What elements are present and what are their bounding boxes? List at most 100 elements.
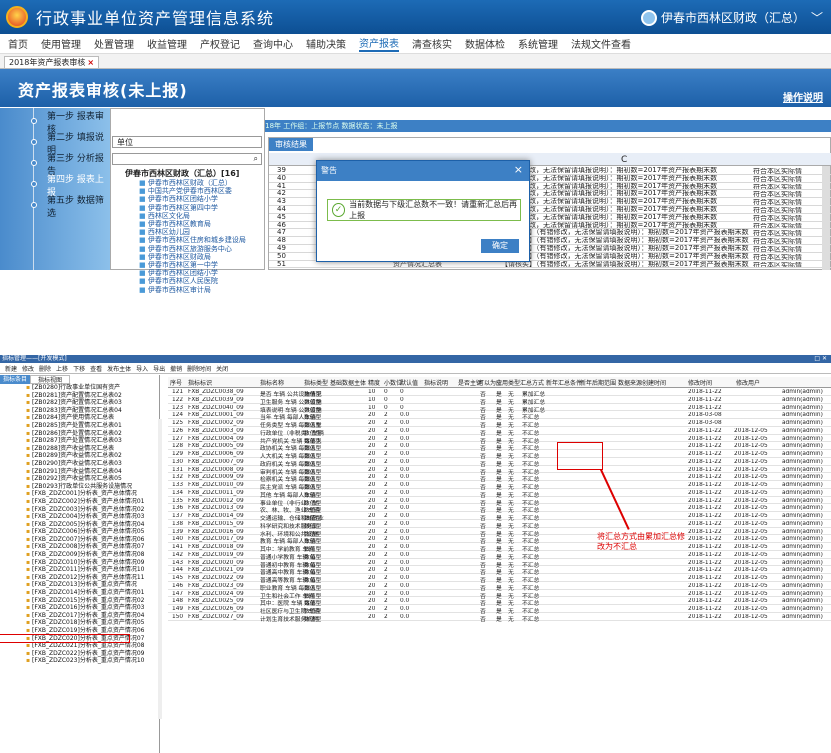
indicator-tree-node[interactable]: [FXB_ZDZC018]分析表_重点资产情况05 — [0, 619, 159, 627]
indicator-tree-node[interactable]: [FXB_ZDZC001]分析表_资产总体情况 — [0, 490, 159, 498]
menu-item[interactable]: 清查核实 — [412, 36, 452, 51]
tree-node[interactable]: 伊春市西林区住房和城乡建设局 — [111, 236, 264, 244]
search-icon[interactable]: ⌕ — [254, 154, 258, 164]
table-row[interactable]: 121 FXB_ZDZC0038_09 是否 车辆 公共设施情况 数值型 10 0 0 否是无… — [168, 388, 831, 398]
tree-node[interactable]: 西林区文化局 — [111, 212, 264, 220]
indicator-tree-node[interactable]: [FXB_ZDZC019]分析表_重点资产情况06 — [0, 627, 159, 635]
tree-node[interactable]: 伊春市西林区旅游服务中心 — [111, 245, 264, 253]
table-row[interactable]: 132 FXB_ZDZC0009_09 检察机关 车辆 每部人 数值型 20 2 0.0 否是… — [168, 473, 831, 483]
table-row[interactable]: 147 FXB_ZDZC0024_09 卫生和社会工作 车辆 数值型 20 2 0.0 否是无… — [168, 590, 831, 600]
table-row[interactable]: 139 FXB_ZDZC0016_09 水利、环境和公共设施 数值型 20 2 0.0 否是无… — [168, 528, 831, 538]
indicator-tree-node[interactable]: [ZB0285]资产处置情况汇总表01 — [0, 422, 159, 430]
tree-scrollbar[interactable] — [158, 419, 162, 719]
search-input[interactable]: ⌕ — [112, 153, 262, 165]
indicator-tree-node[interactable]: [FXB_ZDZC008]分析表_资产总体情况07 — [0, 543, 159, 551]
tree-node[interactable]: 伊春市西林区团结小学 — [111, 195, 264, 203]
toolbar-button[interactable]: 查看 — [90, 364, 102, 373]
toolbar-button[interactable]: 导入 — [136, 364, 148, 373]
column-header[interactable]: 应用类型 — [496, 378, 520, 387]
column-header[interactable]: 指标说明 — [424, 378, 448, 387]
table-row[interactable]: 144 FXB_ZDZC0021_09 普通高中教育 车辆 每数值型 20 2 0.0 否是… — [168, 566, 831, 576]
indicator-tree-node[interactable]: [FXB_ZDZC014]分析表_重点资产情况01 — [0, 589, 159, 597]
toolbar-button[interactable]: 删除时间 — [187, 364, 211, 373]
menu-item[interactable]: 处置管理 — [94, 36, 134, 51]
table-row[interactable]: 129 FXB_ZDZC0006_09 人大机关 车辆 每部人 数值型 20 2 0.0 否是… — [168, 450, 831, 460]
table-row[interactable]: 128 FXB_ZDZC0005_09 政协机关 车辆 每部人 数值型 20 2 0.0 否是… — [168, 442, 831, 452]
table-row[interactable]: 133 FXB_ZDZC0010_09 民主党派 车辆 每部人 数值型 20 2 0.0 否是… — [168, 481, 831, 491]
table-row[interactable]: 142 FXB_ZDZC0019_09 普通小学教育 车辆 每数值型 20 2 0.0 否是… — [168, 551, 831, 561]
indicator-tree-node[interactable]: [FXB_ZDZC011]分析表_资产总体情况10 — [0, 566, 159, 574]
menu-item[interactable]: 首页 — [8, 36, 28, 51]
table-row[interactable]: 141 FXB_ZDZC0018_09 其中：学前教育 车辆 数值型 20 2 0.0 否是无… — [168, 543, 831, 553]
tab-indicator-entry[interactable]: 指标条目 — [0, 375, 30, 384]
indicator-tree-node[interactable]: [FXB_ZDZC009]分析表_资产总体情况08 — [0, 551, 159, 559]
table-row[interactable]: 130 FXB_ZDZC0007_09 政府机关 车辆 每部人 数值型 20 2 0.0 否是… — [168, 458, 831, 468]
tree-node[interactable]: 伊春市西林区第一中学 — [111, 261, 264, 269]
chevron-down-icon[interactable]: ﹀ — [811, 9, 823, 26]
indicator-tree-node[interactable]: [FXB_ZDZC006]分析表_资产总体情况05 — [0, 528, 159, 536]
indicator-tree-node[interactable]: [FXB_ZDZC002]分析表_资产总体情况01 — [0, 498, 159, 506]
table-row[interactable]: 135 FXB_ZDZC0012_09 事业单位（非行业）车 数值型 20 2 0.0 否是无… — [168, 497, 831, 507]
column-header[interactable]: 修改用户 — [736, 378, 760, 387]
close-icon[interactable]: × — [514, 163, 523, 176]
table-row[interactable]: 143 FXB_ZDZC0020_09 普通初中教育 车辆 每数值型 20 2 0.0 否是… — [168, 559, 831, 569]
menu-item[interactable]: 数据体检 — [465, 36, 505, 51]
table-row[interactable]: 125 FXB_ZDZC0002_09 任务类型 车辆 每部人车 数值型 20 2 0.0 否… — [168, 419, 831, 429]
toolbar-button[interactable]: 发布主体 — [107, 364, 131, 373]
indicator-tree-node[interactable]: [ZB0284]资产使用情况汇总表 — [0, 414, 159, 422]
indicator-tree-node[interactable]: [ZB0292]资产收益情况汇总表05 — [0, 475, 159, 483]
tree-node[interactable]: 伊春市西林区人民医院 — [111, 277, 264, 285]
tab-report-review[interactable]: 2018年资产报表审核 × — [4, 56, 100, 68]
toolbar-button[interactable]: 下移 — [73, 364, 85, 373]
menu-item[interactable]: 产权登记 — [200, 36, 240, 51]
tree-root-node[interactable]: 伊春市西林区财政（汇总）[16] — [111, 169, 264, 179]
table-row[interactable]: 145 FXB_ZDZC0022_09 普通高等教育 车辆 每数值型 20 2 0.0 否是… — [168, 574, 831, 584]
toolbar-button[interactable]: 新建 — [5, 364, 17, 373]
column-header[interactable]: 新年汇总条件 — [546, 378, 582, 387]
table-row[interactable]: 140 FXB_ZDZC0017_09 教育 车辆 每部人车辆 数值型 20 2 0.0 否是… — [168, 535, 831, 545]
tree-node[interactable]: 伊春市西林区第四中学 — [111, 204, 264, 212]
indicator-tree-node[interactable]: [ZB0287]资产处置情况汇总表03 — [0, 437, 159, 445]
tree-node[interactable]: 伊春市西林区财政局 — [111, 253, 264, 261]
toolbar-button[interactable]: 关闭 — [216, 364, 228, 373]
column-header[interactable]: 汇总方式 — [520, 378, 544, 387]
ok-button[interactable]: 确定 — [481, 239, 519, 253]
column-header[interactable]: 新年后期范围 — [580, 378, 616, 387]
menu-item[interactable]: 系统管理 — [518, 36, 558, 51]
menu-item[interactable]: 使用管理 — [41, 36, 81, 51]
tree-node[interactable]: 伊春市西林区教育局 — [111, 220, 264, 228]
table-row[interactable]: 148 FXB_ZDZC0025_09 其中：医院 车辆 每部 数值型 20 2 0.0 否是… — [168, 597, 831, 607]
toolbar-button[interactable]: 上移 — [56, 364, 68, 373]
indicator-tree-node[interactable]: [FXB_ZDZC023]分析表_重点资产情况10 — [0, 657, 159, 665]
table-row[interactable]: 127 FXB_ZDZC0004_09 共产党机关 车辆 每部人 数值型 20 2 0.0 否… — [168, 435, 831, 445]
table-row[interactable]: 123 FXB_ZDZC0040_09 填表说明 车辆 公共设施 数值型 10 0 0 否是无… — [168, 404, 831, 414]
column-header[interactable]: 序号 — [170, 378, 182, 387]
indicator-tree-node[interactable]: [FXB_ZDZC021]分析表_重点资产情况08 — [0, 642, 159, 650]
step-item[interactable]: 第五步 数据筛选 — [0, 195, 110, 219]
column-header[interactable]: 数据来源 — [618, 378, 642, 387]
indicator-tree-node[interactable]: [ZB0290]资产收益情况汇总表03 — [0, 460, 159, 468]
table-row[interactable]: 134 FXB_ZDZC0011_09 其他 车辆 每部人车辆 数值型 20 2 0.0 否是… — [168, 489, 831, 499]
table-row[interactable]: 126 FXB_ZDZC0003_09 行政单位（非税类）车辆 数值型 20 2 0.0 否是… — [168, 427, 831, 437]
table-row[interactable]: 146 FXB_ZDZC0023_09 职业教育 车辆 每部人 数值型 20 2 0.0 否是… — [168, 582, 831, 592]
tab-audit-result[interactable]: 审核结果 — [269, 138, 313, 151]
column-header[interactable]: 默认值 — [400, 378, 418, 387]
close-icon[interactable]: × — [87, 58, 94, 67]
user-menu[interactable]: 伊春市西林区财政（汇总） ﹀ — [640, 9, 823, 26]
column-header[interactable]: 指标名称 — [260, 378, 284, 387]
table-row[interactable]: 150 FXB_ZDZC0027_09 计划生育技术服务机构 数值型 20 2 0.0 否是无… — [168, 613, 831, 623]
indicator-tree-node[interactable]: [ZB0289]资产收益情况汇总表02 — [0, 452, 159, 460]
table-row[interactable]: 136 FXB_ZDZC0013_09 农、林、牧、渔业 车辆 数值型 20 2 0.0 否是… — [168, 504, 831, 514]
indicator-tree-node[interactable]: [FXB_ZDZC004]分析表_资产总体情况03 — [0, 513, 159, 521]
table-row[interactable]: 122 FXB_ZDZC0039_09 卫生服务 车辆 公共设施 数值型 10 0 0 否是无… — [168, 396, 831, 406]
column-header[interactable]: 精度 — [368, 378, 380, 387]
indicator-tree-node[interactable]: [ZB0282]资产配置情况汇总表03 — [0, 399, 159, 407]
indicator-tree-node[interactable]: [FXB_ZDZC013]分析表_重点资产情况 — [0, 581, 159, 589]
tree-node[interactable]: 伊春市西林区审计局 — [111, 286, 264, 294]
unit-select[interactable]: 单位 — [112, 136, 262, 148]
help-link[interactable]: 操作说明 — [783, 89, 823, 104]
toolbar-button[interactable]: 撤销 — [170, 364, 182, 373]
column-header[interactable]: 基础数据主体 — [330, 378, 366, 387]
column-header[interactable]: 创建时间 — [642, 378, 666, 387]
table-row[interactable]: 137 FXB_ZDZC0014_09 交通运输、仓储和邮政业 数值型 20 2 0.0 否是… — [168, 512, 831, 522]
